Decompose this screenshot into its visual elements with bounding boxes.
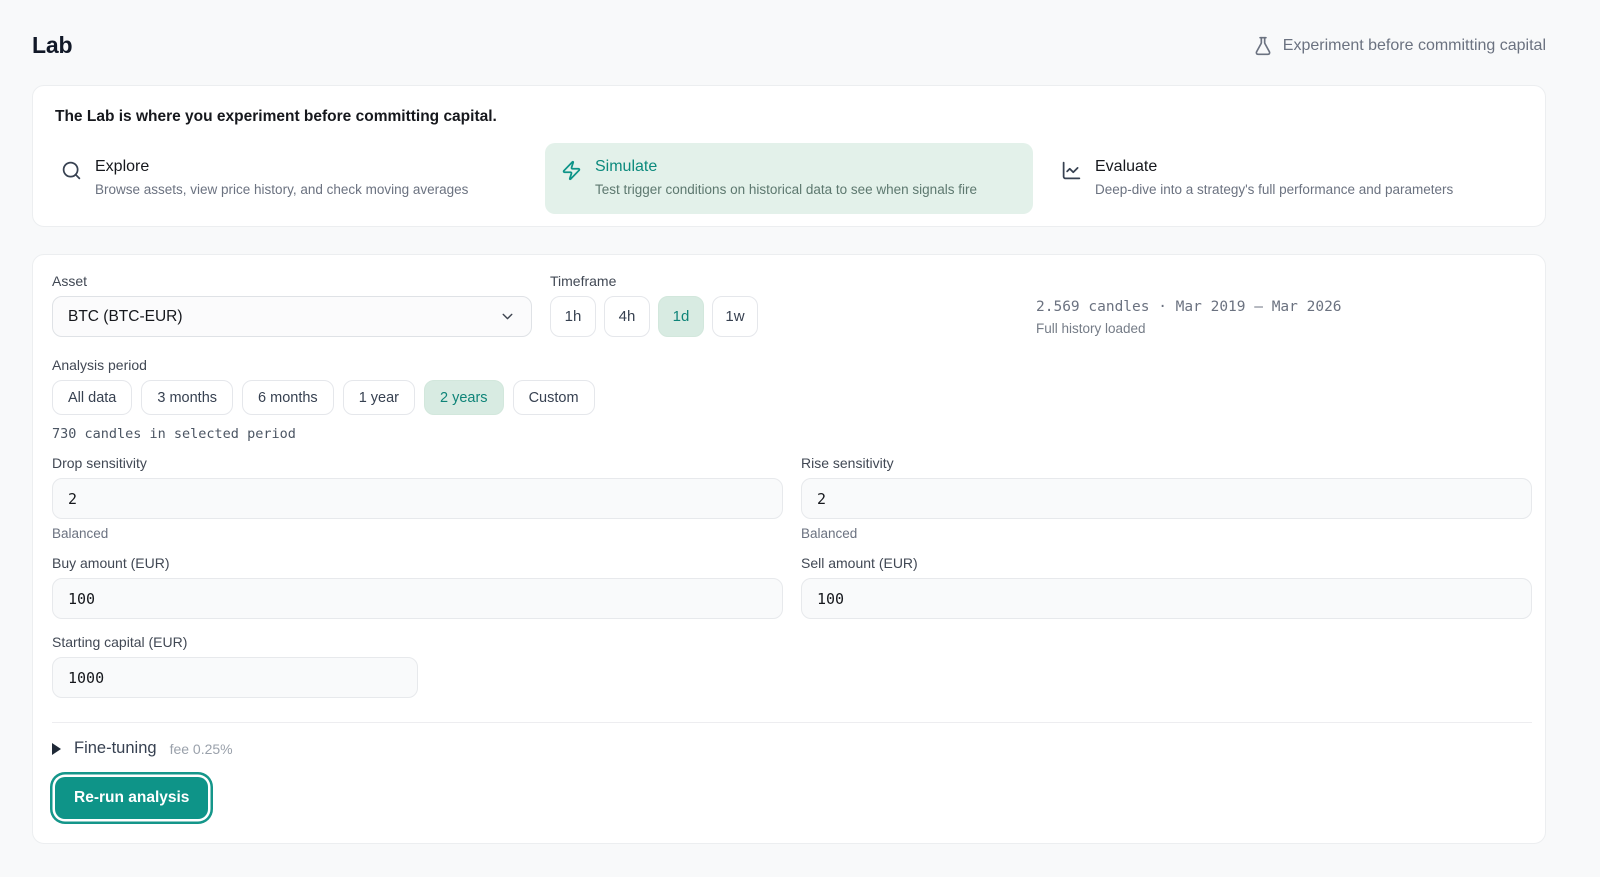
page-title: Lab — [32, 32, 72, 59]
asset-select[interactable]: BTC (BTC-EUR) — [52, 296, 532, 337]
fine-tuning-label: Fine-tuning — [74, 739, 157, 758]
tagline-text: Experiment before committing capital — [1283, 37, 1546, 55]
asset-group: Asset BTC (BTC-EUR) — [52, 273, 532, 337]
mode-picker-card: The Lab is where you experiment before c… — [32, 85, 1546, 227]
history-summary: 2.569 candles · Mar 2019 — Mar 2026 — [1036, 299, 1532, 315]
mode-simulate[interactable]: Simulate Test trigger conditions on hist… — [545, 143, 1033, 214]
timeframe-label: Timeframe — [550, 273, 758, 289]
timeframe-buttons: 1h 4h 1d 1w — [550, 296, 758, 337]
mode-simulate-content: Simulate Test trigger conditions on hist… — [595, 158, 977, 197]
chevron-down-icon — [499, 308, 516, 325]
timeframe-button-1d[interactable]: 1d — [658, 296, 704, 337]
buy-amount-label: Buy amount (EUR) — [52, 555, 783, 571]
mode-explore-title: Explore — [95, 158, 468, 176]
starting-capital-group: Starting capital (EUR) — [52, 634, 1532, 698]
rise-sensitivity-group: Rise sensitivity Balanced — [801, 455, 1532, 541]
period-button-6-months[interactable]: 6 months — [242, 380, 334, 415]
fine-tuning-toggle[interactable]: Fine-tuning fee 0.25% — [52, 739, 1532, 758]
mode-evaluate[interactable]: Evaluate Deep-dive into a strategy's ful… — [1045, 143, 1533, 214]
asset-timeframe-row: Asset BTC (BTC-EUR) Timeframe 1h 4h 1d 1… — [52, 273, 1532, 337]
intro-text: The Lab is where you experiment before c… — [45, 108, 1533, 126]
rise-sensitivity-input[interactable] — [801, 478, 1532, 519]
caret-right-icon — [52, 743, 61, 755]
mode-explore-content: Explore Browse assets, view price histor… — [95, 158, 468, 197]
flask-icon — [1253, 36, 1273, 56]
period-button-3-months[interactable]: 3 months — [141, 380, 233, 415]
drop-sensitivity-group: Drop sensitivity Balanced — [52, 455, 783, 541]
zap-icon — [561, 160, 582, 181]
period-button-2-years[interactable]: 2 years — [424, 380, 504, 415]
mode-explore-description: Browse assets, view price history, and c… — [95, 182, 468, 197]
simulation-form-card: Asset BTC (BTC-EUR) Timeframe 1h 4h 1d 1… — [32, 254, 1546, 844]
sell-amount-label: Sell amount (EUR) — [801, 555, 1532, 571]
mode-simulate-title: Simulate — [595, 158, 977, 176]
history-status: Full history loaded — [1036, 321, 1532, 336]
asset-select-value: BTC (BTC-EUR) — [68, 308, 183, 326]
buy-amount-input[interactable] — [52, 578, 783, 619]
timeframe-group: Timeframe 1h 4h 1d 1w — [550, 273, 758, 337]
drop-sensitivity-input[interactable] — [52, 478, 783, 519]
divider — [52, 722, 1532, 723]
analysis-period-section: Analysis period All data 3 months 6 mont… — [52, 357, 1532, 442]
rerun-analysis-button[interactable]: Re-run analysis — [55, 777, 208, 819]
rise-sensitivity-label: Rise sensitivity — [801, 455, 1532, 471]
history-meta: 2.569 candles · Mar 2019 — Mar 2026 Full… — [1036, 273, 1532, 336]
page-header: Lab Experiment before committing capital — [0, 0, 1600, 85]
drop-sensitivity-label: Drop sensitivity — [52, 455, 783, 471]
fine-tuning-fee-note: fee 0.25% — [170, 741, 233, 757]
asset-label: Asset — [52, 273, 532, 289]
mode-options: Explore Browse assets, view price histor… — [45, 143, 1533, 214]
starting-capital-input[interactable] — [52, 657, 418, 698]
header-tagline: Experiment before committing capital — [1253, 36, 1546, 56]
amounts-row: Buy amount (EUR) Sell amount (EUR) — [52, 555, 1532, 619]
period-button-custom[interactable]: Custom — [513, 380, 595, 415]
sensitivity-row: Drop sensitivity Balanced Rise sensitivi… — [52, 455, 1532, 541]
line-chart-icon — [1061, 160, 1082, 181]
buy-amount-group: Buy amount (EUR) — [52, 555, 783, 619]
analysis-period-buttons: All data 3 months 6 months 1 year 2 year… — [52, 380, 1532, 415]
mode-explore[interactable]: Explore Browse assets, view price histor… — [45, 143, 533, 214]
period-button-1-year[interactable]: 1 year — [343, 380, 415, 415]
mode-simulate-description: Test trigger conditions on historical da… — [595, 182, 977, 197]
period-button-all-data[interactable]: All data — [52, 380, 132, 415]
mode-evaluate-description: Deep-dive into a strategy's full perform… — [1095, 182, 1453, 197]
timeframe-button-1w[interactable]: 1w — [712, 296, 758, 337]
timeframe-button-1h[interactable]: 1h — [550, 296, 596, 337]
timeframe-button-4h[interactable]: 4h — [604, 296, 650, 337]
sell-amount-group: Sell amount (EUR) — [801, 555, 1532, 619]
mode-evaluate-title: Evaluate — [1095, 158, 1453, 176]
mode-evaluate-content: Evaluate Deep-dive into a strategy's ful… — [1095, 158, 1453, 197]
drop-sensitivity-hint: Balanced — [52, 526, 783, 541]
candles-in-period-note: 730 candles in selected period — [52, 426, 1532, 442]
rise-sensitivity-hint: Balanced — [801, 526, 1532, 541]
search-icon — [61, 160, 82, 181]
starting-capital-label: Starting capital (EUR) — [52, 634, 1532, 650]
analysis-period-label: Analysis period — [52, 357, 1532, 373]
sell-amount-input[interactable] — [801, 578, 1532, 619]
